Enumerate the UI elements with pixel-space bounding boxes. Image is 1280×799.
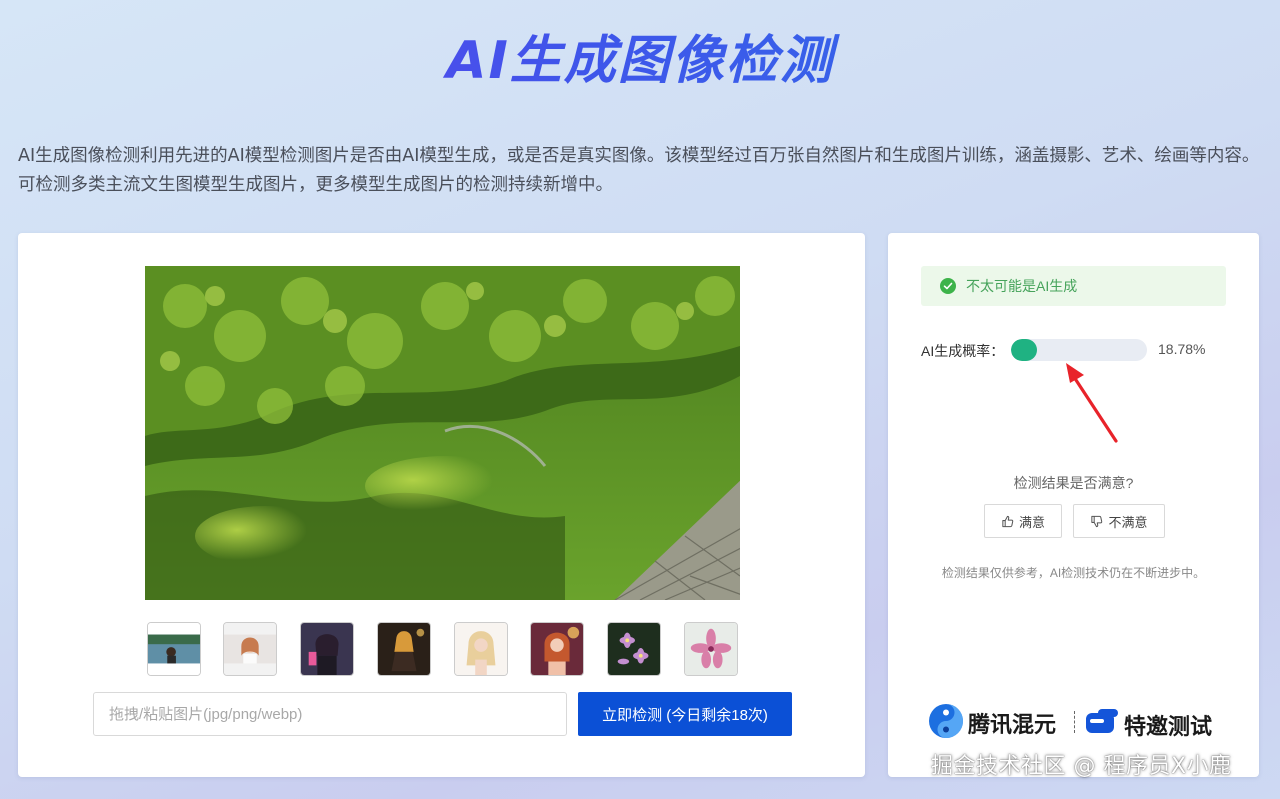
brand-separator: [1074, 711, 1075, 733]
result-panel: 不太可能是AI生成 AI生成概率： 18.78% 检测结果是否满意? 满意 不满…: [888, 233, 1259, 777]
red-arrow-annotation-icon: [1066, 363, 1118, 443]
page-description: AI生成图像检测利用先进的AI模型检测图片是否由AI模型生成，或是否是真实图像。…: [18, 146, 1260, 195]
ai-probability-value: 18.78%: [1158, 341, 1206, 357]
girl-portrait-thumbnail[interactable]: [223, 622, 277, 676]
feedback-question: 检测结果是否满意?: [1013, 475, 1134, 491]
detect-button[interactable]: 立即检测 (今日剩余18次): [578, 692, 792, 736]
thumbs-up-icon: [1002, 515, 1014, 527]
satisfied-label: 满意: [1018, 514, 1045, 530]
unsatisfied-button[interactable]: 不满意: [1073, 504, 1165, 538]
result-status-text: 不太可能是AI生成: [966, 278, 1078, 294]
blonde-woman-thumbnail[interactable]: [454, 622, 508, 676]
invite-test-label: 特邀测试: [1124, 715, 1213, 740]
page-title: AI生成图像检测: [0, 18, 1280, 93]
anime-girl-thumbnail[interactable]: [300, 622, 354, 676]
fantasy-girl-thumbnail[interactable]: [377, 622, 431, 676]
result-status-alert: 不太可能是AI生成: [921, 266, 1226, 306]
upload-panel: 立即检测 (今日剩余18次): [18, 233, 865, 777]
pink-flowers-thumbnail[interactable]: [607, 622, 661, 676]
ai-probability-label: AI生成概率：: [921, 343, 1005, 359]
check-circle-icon: [940, 278, 956, 294]
watermark: 掘金技术社区 @ 程序员X小鹿: [931, 754, 1232, 779]
thumbs-down-icon: [1091, 515, 1103, 527]
sample-thumbnails: [147, 622, 739, 676]
ai-probability-bar: [1011, 339, 1147, 361]
disclaimer-text: 检测结果仅供参考，AI检测技术仍在不断进步中。: [941, 566, 1206, 580]
satisfied-button[interactable]: 满意: [984, 504, 1062, 538]
pointing-hand-icon: [1086, 709, 1118, 733]
image-upload-input[interactable]: [93, 692, 567, 736]
redhead-woman-thumbnail[interactable]: [530, 622, 584, 676]
pink-lily-thumbnail[interactable]: [684, 622, 738, 676]
brand-footer: 腾讯混元 特邀测试: [928, 703, 1228, 743]
hunyuan-logo-icon: [929, 704, 963, 738]
brand-name: 腾讯混元: [968, 713, 1057, 738]
unsatisfied-label: 不满意: [1108, 514, 1148, 530]
preview-image: [145, 266, 740, 600]
lake-woman-thumbnail[interactable]: [147, 622, 201, 676]
ai-probability-fill: [1011, 339, 1037, 361]
ai-probability-row: AI生成概率： 18.78%: [921, 339, 1226, 361]
